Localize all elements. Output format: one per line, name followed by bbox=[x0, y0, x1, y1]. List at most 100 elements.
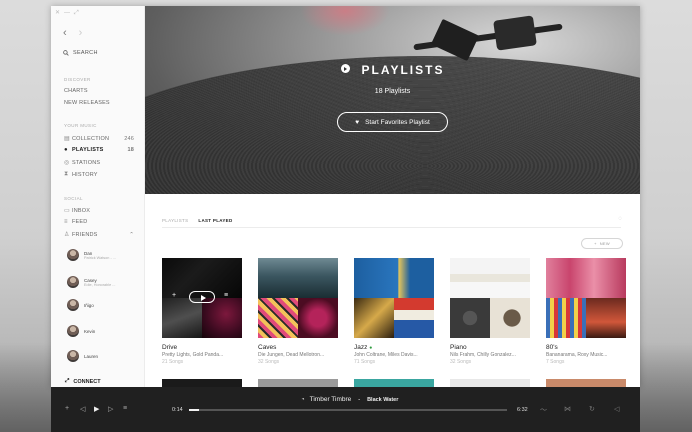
playlist-icon bbox=[340, 64, 350, 73]
playlist-card[interactable]: Caves Die Jungen, Dead Mellotron... 32 S… bbox=[258, 258, 338, 365]
plus-icon: + bbox=[594, 241, 597, 246]
play-icon[interactable]: ▶ bbox=[94, 405, 99, 413]
friends-icon: ♙ bbox=[64, 232, 70, 238]
tab-last-played[interactable]: LAST PLAYED bbox=[198, 218, 232, 223]
cover-art bbox=[586, 298, 626, 338]
sidebar-item-label: CHARTS bbox=[64, 88, 88, 94]
collection-icon: ▤ bbox=[64, 136, 70, 142]
playlist-song-count: 71 Songs bbox=[354, 359, 376, 365]
sidebar-item-inbox[interactable]: ▭ INBOX bbox=[64, 207, 134, 215]
sidebar-item-label: FRIENDS bbox=[72, 231, 98, 238]
friend-item[interactable]: Iñigo bbox=[67, 299, 137, 311]
playlist-name: Caves bbox=[258, 344, 277, 351]
playlist-card-peek bbox=[546, 379, 626, 387]
add-icon[interactable]: + bbox=[65, 405, 69, 412]
sidebar-item-charts[interactable]: CHARTS bbox=[64, 88, 134, 94]
sidebar-item-playlists[interactable]: ● PLAYLISTS 18 bbox=[64, 147, 134, 153]
new-playlist-button[interactable]: + NEW bbox=[581, 238, 623, 249]
sidebar-item-history[interactable]: ⧗ HISTORY bbox=[64, 171, 134, 178]
playlists-icon: ● bbox=[64, 147, 68, 153]
connect-icon: ⤢ bbox=[65, 378, 70, 384]
volume-icon[interactable]: ◁ bbox=[614, 405, 619, 413]
add-icon[interactable]: + bbox=[172, 292, 176, 299]
search-button[interactable]: SEARCH bbox=[63, 50, 98, 56]
sidebar-item-collection[interactable]: ▤ COLLECTION 246 bbox=[64, 135, 134, 143]
minimize-window-icon[interactable]: — bbox=[64, 10, 70, 16]
friend-item[interactable]: Lauren bbox=[67, 350, 137, 362]
sidebar-item-label: NEW RELEASES bbox=[64, 100, 110, 106]
playlist-card-peek bbox=[354, 379, 434, 387]
queue-icon[interactable]: ≡ bbox=[123, 405, 127, 412]
shuffle-icon[interactable]: ⋈ bbox=[564, 405, 571, 413]
feed-icon: ≡ bbox=[64, 219, 68, 225]
playlist-card[interactable]: Jazz ● John Coltrane, Miles Davis... 71 … bbox=[354, 258, 434, 365]
sidebar-item-label: COLLECTION bbox=[72, 135, 110, 142]
playlist-card-peek bbox=[162, 379, 242, 387]
playlist-cover bbox=[258, 258, 338, 338]
friend-item[interactable]: Dan Patrick Watson - ... bbox=[67, 249, 137, 261]
playlist-card-peek bbox=[258, 379, 338, 387]
playlist-grid: + ≡ Drive Pretty Lights, Gold Panda... 2… bbox=[162, 258, 626, 365]
maximize-window-icon[interactable]: ⤢ bbox=[74, 10, 79, 16]
previous-icon[interactable]: ◁ bbox=[80, 405, 85, 413]
repeat-icon[interactable]: ↻ bbox=[589, 405, 595, 413]
discover-section-title: DISCOVER bbox=[64, 77, 91, 82]
cover-art bbox=[450, 258, 530, 298]
playlist-cover bbox=[354, 258, 434, 338]
next-icon[interactable]: ▷ bbox=[108, 405, 113, 413]
progress-bar[interactable] bbox=[189, 409, 507, 411]
sidebar-item-feed[interactable]: ≡ FEED bbox=[64, 219, 134, 225]
tab-bar: PLAYLISTS LAST PLAYED bbox=[162, 218, 621, 228]
duration-time: 6:32 bbox=[517, 407, 528, 413]
chevron-up-icon[interactable]: ⌃ bbox=[129, 232, 134, 238]
connect-label: CONNECT bbox=[73, 378, 101, 385]
sidebar-item-label: STATIONS bbox=[72, 159, 101, 166]
playlist-card[interactable]: 80's Bananarama, Roxy Music... 7 Songs bbox=[546, 258, 626, 365]
playlist-name: Piano bbox=[450, 344, 467, 351]
stations-icon: ◎ bbox=[64, 160, 70, 166]
history-icon: ⧗ bbox=[64, 171, 69, 177]
playlist-count-label: 18 Playlists bbox=[374, 88, 411, 95]
playlist-artists: John Coltrane, Miles Davis... bbox=[354, 352, 418, 358]
cover-art bbox=[258, 258, 338, 298]
avatar bbox=[67, 350, 79, 362]
cover-art bbox=[394, 298, 434, 338]
start-favorites-button[interactable]: ♥ Start Favorites Playlist bbox=[337, 112, 448, 132]
play-icon[interactable] bbox=[189, 291, 215, 303]
page-title: PLAYLISTS bbox=[145, 63, 640, 77]
back-arrow-icon[interactable]: ‹ bbox=[63, 28, 67, 39]
now-playing[interactable]: ◔ Timber Timbre - Black Water bbox=[301, 396, 398, 403]
sidebar-item-label: PLAYLISTS bbox=[72, 147, 104, 153]
sidebar-item-friends[interactable]: ♙ FRIENDS ⌃ bbox=[64, 231, 134, 239]
cartridge-graphic bbox=[430, 18, 480, 62]
friend-activity: Patrick Watson - ... bbox=[84, 255, 116, 260]
playlist-card[interactable]: Piano Nils Frahm, Chilly Gonzalez... 32 … bbox=[450, 258, 530, 365]
collection-count: 246 bbox=[124, 135, 134, 142]
social-section-title: SOCIAL bbox=[64, 196, 83, 201]
playlist-cover: + ≡ bbox=[162, 258, 242, 338]
close-window-icon[interactable]: ✕ bbox=[55, 10, 60, 16]
settings-icon[interactable]: ◌ bbox=[618, 216, 622, 222]
new-playlist-label: NEW bbox=[599, 241, 610, 246]
tab-playlists[interactable]: PLAYLISTS bbox=[162, 218, 188, 223]
more-icon[interactable]: ≡ bbox=[224, 292, 228, 299]
radio-icon[interactable]: 〜 bbox=[540, 405, 547, 415]
sidebar: ✕ — ⤢ ‹ › SEARCH DISCOVER CHARTS NEW REL… bbox=[51, 6, 145, 387]
sidebar-item-stations[interactable]: ◎ STATIONS bbox=[64, 159, 134, 167]
friend-item[interactable]: Kevin bbox=[67, 325, 137, 337]
friend-name: Kevin bbox=[84, 328, 96, 334]
sidebar-item-new-releases[interactable]: NEW RELEASES bbox=[64, 100, 134, 106]
cover-art bbox=[354, 258, 434, 298]
your-music-section-title: YOUR MUSIC bbox=[64, 123, 97, 128]
forward-arrow-icon[interactable]: › bbox=[79, 28, 83, 39]
friend-item[interactable]: Casey Edie, Honorable ... bbox=[67, 276, 137, 288]
progress-fill bbox=[189, 409, 199, 411]
playlist-name: 80's bbox=[546, 344, 558, 351]
search-label: SEARCH bbox=[73, 50, 98, 56]
connect-button[interactable]: ⤢ CONNECT bbox=[65, 378, 101, 385]
playlist-card[interactable]: + ≡ Drive Pretty Lights, Gold Panda... 2… bbox=[162, 258, 242, 365]
playlists-count: 18 bbox=[127, 147, 134, 153]
history-navigation: ‹ › bbox=[63, 28, 82, 39]
playlist-artists: Bananarama, Roxy Music... bbox=[546, 352, 608, 358]
playlist-artists: Pretty Lights, Gold Panda... bbox=[162, 352, 224, 358]
